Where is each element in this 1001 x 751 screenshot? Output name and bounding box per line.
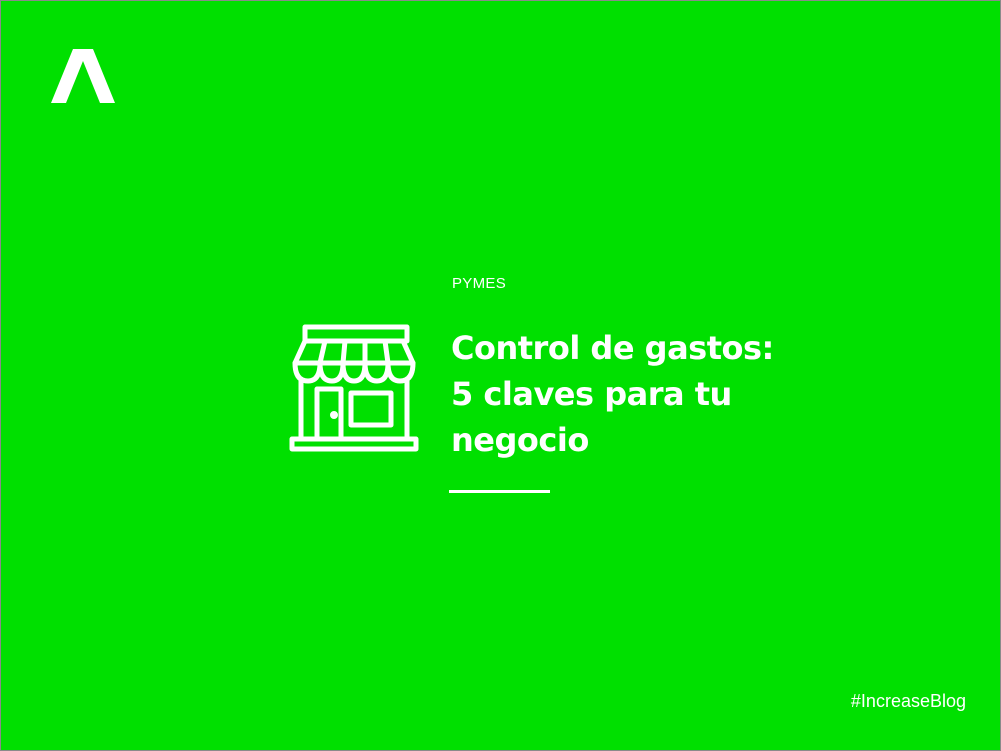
article-title-line: 5 claves para tu bbox=[451, 375, 732, 413]
blog-hashtag: #IncreaseBlog bbox=[850, 691, 966, 711]
increase-logo-icon bbox=[51, 49, 115, 103]
article-title: Control de gastos: 5 claves para tu nego… bbox=[451, 325, 871, 463]
article-title-line: negocio bbox=[451, 421, 589, 459]
article-title-line: Control de gastos: bbox=[451, 329, 774, 367]
storefront-icon bbox=[289, 324, 419, 452]
blog-cover: PYMES Control de gastos: 5 claves para t… bbox=[0, 0, 1001, 751]
article-category: PYMES bbox=[452, 275, 507, 292]
title-divider bbox=[449, 490, 550, 493]
